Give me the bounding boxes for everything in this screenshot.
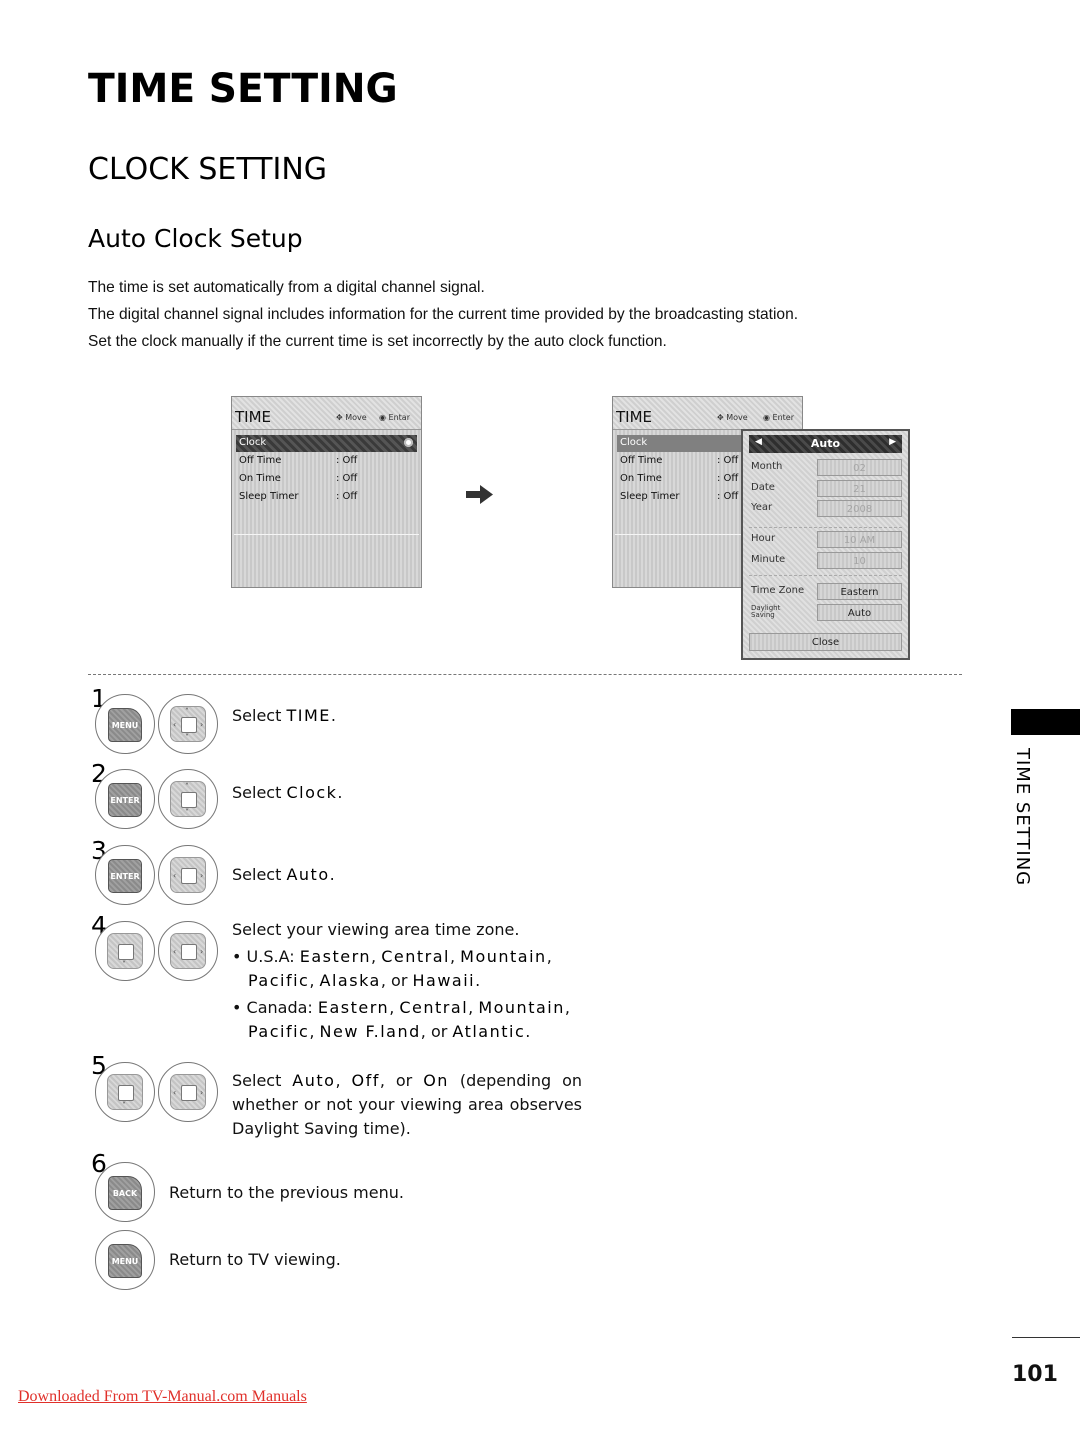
side-tab-marker [1011,709,1080,735]
osd-title: TIME [235,408,272,426]
year-label: Year [751,502,773,513]
step-1-text: Select TIME. [232,706,336,725]
dpad-move-icon: ✥ [336,413,343,422]
popup-separator [749,575,902,577]
minute-label: Minute [751,554,786,565]
daylight-saving-label: Daylight Saving [751,604,781,619]
intro-paragraph-1: The time is set automatically from a dig… [88,279,485,296]
step-6-text: Return to the previous menu. [169,1183,404,1202]
year-field[interactable]: 2008 [817,500,902,517]
enter-hint: ◉ Entar [379,413,410,422]
enter-key-circle: ENTER [95,845,155,905]
dpad-circle: ‹ › [158,845,218,905]
arrow-right-icon[interactable]: ▶ [889,437,896,447]
clock-mode-value: Auto [810,437,841,450]
hour-field[interactable]: 10 AM [817,531,902,548]
section-divider [88,674,962,675]
osd-row-off-time[interactable]: Off Time : Off [236,453,417,470]
osd-header: TIME ✥ Move ◉ Entar [232,397,421,430]
dpad-circle: ‹ › [158,921,218,981]
osd-title: TIME [616,408,653,426]
month-label: Month [751,461,783,472]
minute-field[interactable]: 10 [817,552,902,569]
dpad-leftright-icon: ‹ › [170,857,206,893]
intro-paragraph-3: Set the clock manually if the current ti… [88,333,667,350]
osd-row-sleep-timer[interactable]: Sleep Timer : Off [236,489,417,506]
step-4-text: Select your viewing area time zone. • U.… [232,918,582,1044]
intro-paragraph-2: The digital channel signal includes info… [88,306,799,323]
dpad-move-icon: ✥ [717,413,724,422]
daylight-saving-field[interactable]: Auto [817,604,902,621]
return-tv-text: Return to TV viewing. [169,1250,341,1269]
footer-download-link[interactable]: Downloaded From TV-Manual.com Manuals [18,1388,307,1406]
dpad-circle: ‹ › [158,1062,218,1122]
time-zone-label: Time Zone [751,585,805,596]
dpad-updown-icon: ˄ ˅ [170,781,206,817]
dpad-circle: ˄ ˅ ‹ › [158,694,218,754]
arrow-right-icon [466,485,493,504]
section-title: CLOCK SETTING [88,152,328,187]
menu-key-icon: MENU [108,708,142,742]
dpad-down-icon: ˅ [107,1074,143,1110]
canada-timezones: • Canada: Eastern, Central, Mountain, Pa… [232,998,570,1041]
page-title: TIME SETTING [88,66,398,112]
month-field[interactable]: 02 [817,459,902,476]
back-key-icon: BACK [108,1176,142,1210]
step-5-text: Select Auto, Off, or On (depending on wh… [232,1071,583,1138]
time-zone-field[interactable]: Eastern [817,583,902,600]
popup-separator [749,527,902,529]
osd-time-menu-before: TIME ✥ Move ◉ Entar Clock Off Time : Off… [231,396,422,588]
subsection-title: Auto Clock Setup [88,224,303,253]
enter-hint: ◉ Enter [763,413,795,422]
dpad-down-icon: ˅ [107,933,143,969]
clock-popup: ◀ Auto ▶ Month 02 Date 21 Year 2008 Hour… [741,429,910,660]
osd-header: TIME ✥ Move ◉ Enter [613,397,802,430]
dpad-circle: ˅ [95,921,155,981]
page-number: 101 [1012,1362,1058,1387]
osd-row-on-time[interactable]: On Time : Off [236,471,417,488]
back-key-circle: BACK [95,1162,155,1222]
osd-row-clock[interactable]: Clock [236,435,417,452]
dpad-circle: ˄ ˅ [158,769,218,829]
dpad-leftright-icon: ‹ › [170,933,206,969]
radio-icon [404,438,413,447]
enter-dot-icon: ◉ [763,413,770,422]
dpad-leftright-icon: ‹ › [170,1074,206,1110]
page-number-rule [1012,1337,1080,1338]
enter-dot-icon: ◉ [379,413,386,422]
step-3-text: Select Auto. [232,865,335,884]
dpad-circle: ˅ [95,1062,155,1122]
menu-key-circle: MENU [95,1230,155,1290]
dpad-4way-icon: ˄ ˅ ‹ › [170,706,206,742]
enter-key-icon: ENTER [108,783,142,817]
clock-mode-selector[interactable]: ◀ Auto ▶ [749,435,902,453]
usa-timezones: • U.S.A: Eastern, Central, Mountain, Pac… [232,947,552,990]
date-label: Date [751,482,775,493]
step-2-text: Select Clock. [232,783,343,802]
menu-key-circle: MENU [95,694,155,754]
enter-key-circle: ENTER [95,769,155,829]
menu-key-icon: MENU [108,1244,142,1278]
move-hint: ✥ Move [717,413,748,422]
side-tab-label: TIME SETTING [1012,748,1033,887]
move-hint: ✥ Move [336,413,367,422]
enter-key-icon: ENTER [108,859,142,893]
osd-divider [234,534,419,535]
close-button[interactable]: Close [749,633,902,651]
date-field[interactable]: 21 [817,480,902,497]
hour-label: Hour [751,533,776,544]
